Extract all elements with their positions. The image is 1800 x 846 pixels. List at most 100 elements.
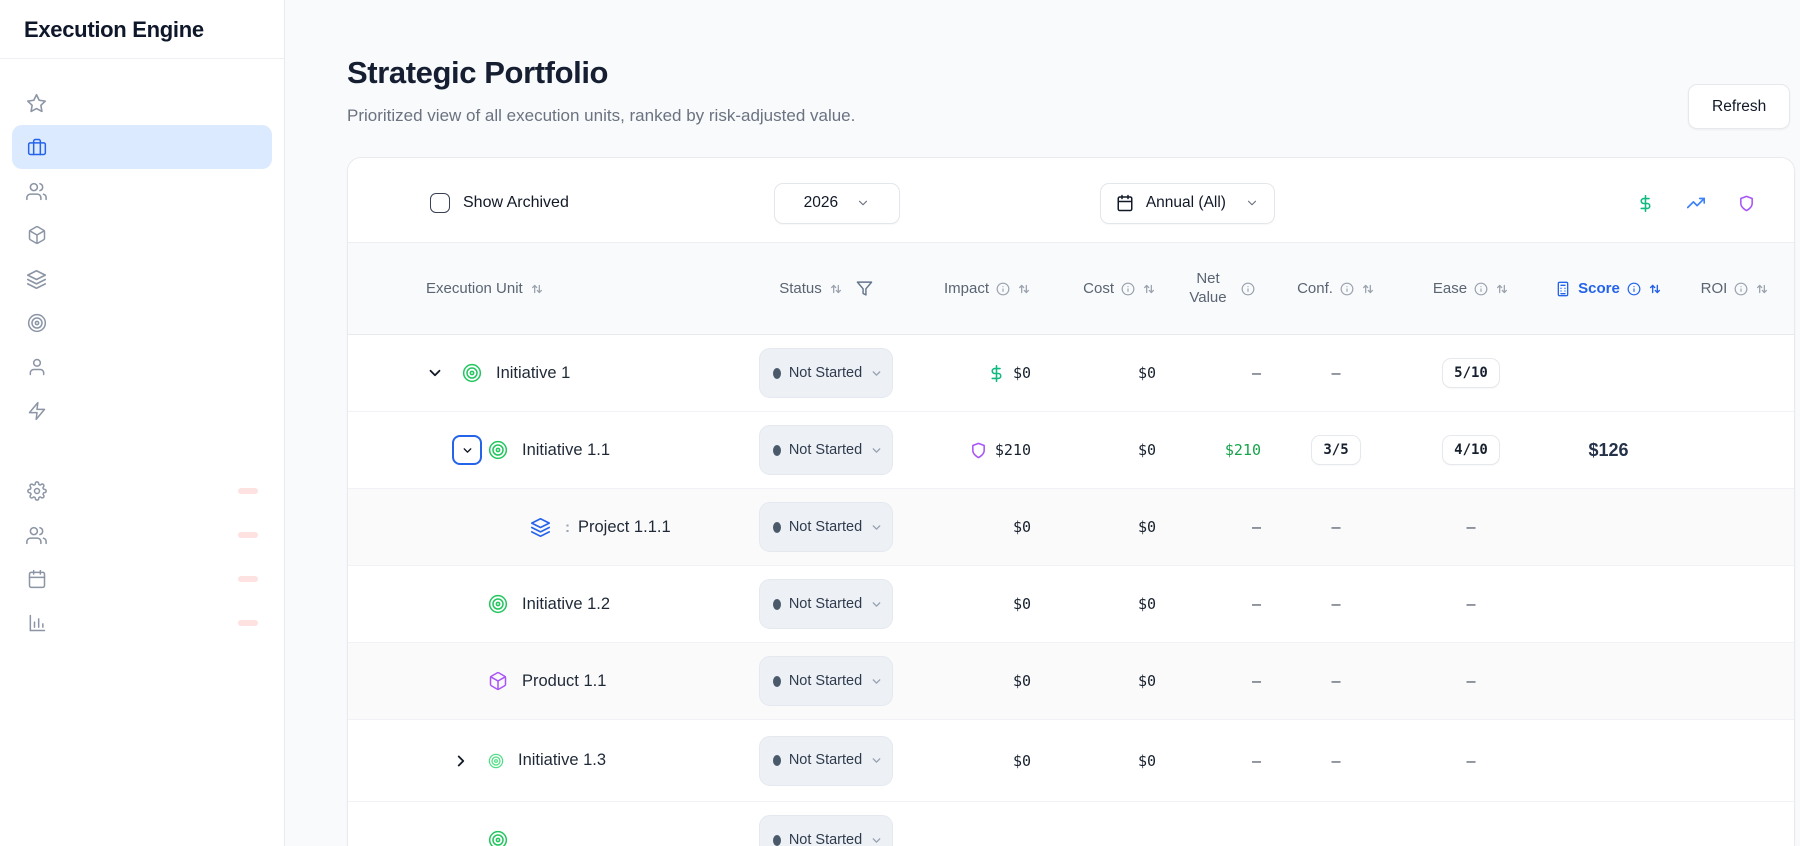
status-select[interactable]: Not Started (759, 348, 893, 398)
info-icon[interactable] (1121, 282, 1135, 296)
sidebar-item-all-spaces[interactable] (12, 389, 272, 433)
expand-toggle[interactable] (426, 364, 456, 382)
sort-icon[interactable] (1495, 282, 1509, 296)
column-header-confidence[interactable]: Conf. (1271, 280, 1401, 297)
net-value-cell: – (1166, 518, 1271, 536)
info-icon[interactable] (1340, 282, 1354, 296)
execution-unit-label: Project 1.1.1 (578, 518, 671, 537)
info-icon[interactable] (1474, 282, 1488, 296)
initiative-icon (488, 830, 508, 846)
sidebar-item-my-spaces[interactable] (12, 81, 272, 125)
drag-handle[interactable]: : (565, 520, 570, 535)
sidebar-item-wigs-overview-wip-[interactable] (12, 601, 272, 645)
sidebar-item-strategic-portfolio[interactable] (12, 125, 272, 169)
chevron-down-icon (870, 598, 883, 611)
filter-icon[interactable] (856, 280, 873, 297)
column-header-net-value[interactable]: Net Value (1166, 270, 1271, 308)
shield-icon (970, 442, 987, 459)
status-cell: Not Started (741, 579, 911, 629)
show-archived-checkbox[interactable] (430, 193, 450, 213)
status-select[interactable]: Not Started (759, 656, 893, 706)
column-header-roi[interactable]: ROI (1676, 280, 1794, 297)
expand-toggle[interactable] (452, 435, 482, 465)
sort-icon[interactable] (1142, 282, 1156, 296)
status-select[interactable]: Not Started (759, 736, 893, 786)
chevron-down-icon (870, 521, 883, 534)
sort-icon[interactable] (829, 282, 843, 296)
status-label: Not Started (788, 672, 863, 691)
chevron-right-icon (452, 752, 470, 770)
sidebar-nav (0, 59, 284, 645)
zap-icon (26, 401, 47, 421)
column-header-ease[interactable]: Ease (1401, 280, 1541, 297)
status-dot-icon (773, 755, 781, 766)
ease-cell: 4/10 (1401, 435, 1541, 465)
column-header-score[interactable]: Score (1541, 280, 1676, 297)
sidebar-item-products[interactable] (12, 213, 272, 257)
sort-icon[interactable] (1361, 282, 1375, 296)
info-icon[interactable] (1627, 282, 1641, 296)
info-icon[interactable] (1241, 282, 1255, 296)
ease-badge[interactable]: 4/10 (1442, 435, 1500, 465)
project-icon (530, 517, 551, 538)
expand-toggle[interactable] (452, 752, 482, 770)
confidence-badge[interactable]: 3/5 (1311, 435, 1360, 465)
year-select[interactable]: 2026 (774, 183, 900, 224)
period-select[interactable]: Annual (All) (1100, 183, 1275, 224)
column-header-execution-unit[interactable]: Execution Unit (348, 280, 741, 297)
status-select[interactable]: Not Started (759, 502, 893, 552)
initiative-icon (462, 363, 482, 383)
status-select[interactable]: Not Started (759, 579, 893, 629)
impact-value: $210 (995, 441, 1031, 459)
status-dot-icon (773, 368, 781, 379)
column-header-impact[interactable]: Impact (911, 280, 1041, 297)
impact-value: $0 (1013, 595, 1031, 613)
net-value-cell: – (1166, 595, 1271, 613)
table-row[interactable]: Initiative 1.1 Not Started $210 $0 $210 … (348, 412, 1794, 489)
refresh-button[interactable]: Refresh (1688, 84, 1790, 129)
legend-item-strategic (1738, 195, 1762, 212)
sidebar-item-user-management[interactable] (12, 469, 272, 513)
table-row[interactable]: Initiative 1 Not Started $0 $0 – – 5/10 (348, 335, 1794, 412)
table-row[interactable]: :Project 1.1.1 Not Started $0 $0 – – – (348, 489, 1794, 566)
ease-badge[interactable]: 5/10 (1442, 358, 1500, 388)
confidence-cell: – (1271, 752, 1401, 770)
chevron-down-icon[interactable] (452, 435, 482, 465)
info-icon[interactable] (1734, 282, 1748, 296)
ease-cell: – (1401, 518, 1541, 536)
status-dot-icon (773, 599, 781, 610)
sidebar-item-gantt-wip-[interactable] (12, 557, 272, 601)
status-select[interactable]: Not Started (759, 815, 893, 846)
column-header-cost[interactable]: Cost (1041, 280, 1166, 297)
chevron-down-icon (426, 364, 444, 382)
status-label: Not Started (788, 831, 863, 846)
net-value: – (1252, 518, 1261, 536)
execution-unit-cell (348, 830, 741, 846)
net-value: – (1252, 364, 1261, 382)
execution-unit-label: Product 1.1 (522, 672, 606, 691)
admin-badge (238, 576, 258, 582)
sort-icon[interactable] (1017, 282, 1031, 296)
show-archived-toggle[interactable]: Show Archived (430, 193, 569, 213)
sidebar-item-initiatives[interactable] (12, 301, 272, 345)
sort-icon[interactable] (1755, 282, 1769, 296)
sidebar-item-teams[interactable] (12, 169, 272, 213)
initiative-icon (488, 594, 508, 614)
layers-icon (26, 269, 47, 290)
table-row[interactable]: Product 1.1 Not Started $0 $0 – – – (348, 643, 1794, 720)
column-header-status[interactable]: Status (741, 280, 911, 297)
show-archived-label: Show Archived (463, 194, 569, 212)
sidebar-item-individuals[interactable] (12, 345, 272, 389)
status-dot-icon (773, 522, 781, 533)
cost-cell: $0 (1041, 752, 1166, 770)
table-row[interactable]: Initiative 1.3 Not Started $0 $0 – – – (348, 720, 1794, 802)
sort-icon[interactable] (1648, 282, 1662, 296)
sidebar-item-groups[interactable] (12, 513, 272, 557)
status-select[interactable]: Not Started (759, 425, 893, 475)
table-row[interactable]: Not Started (348, 802, 1794, 846)
initiative-icon (488, 753, 504, 769)
table-row[interactable]: Initiative 1.2 Not Started $0 $0 – – – (348, 566, 1794, 643)
sort-icon[interactable] (530, 282, 544, 296)
info-icon[interactable] (996, 282, 1010, 296)
sidebar-item-projects[interactable] (12, 257, 272, 301)
